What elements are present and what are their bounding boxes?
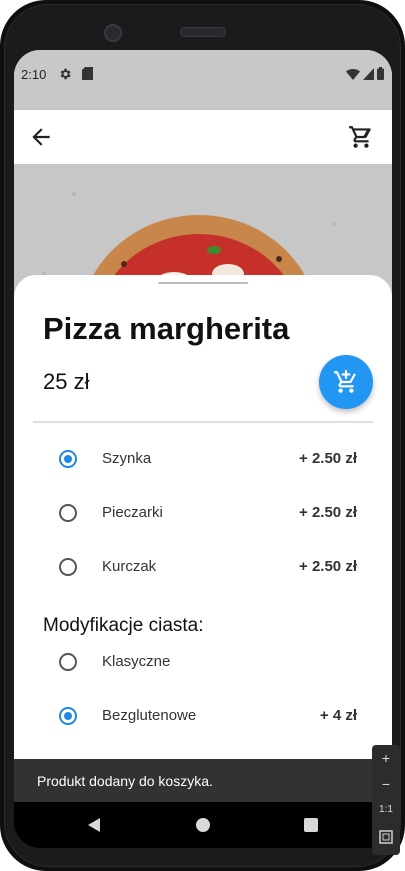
snackbar-message: Produkt dodany do koszyka. bbox=[37, 773, 213, 789]
zoom-out-button[interactable]: − bbox=[372, 776, 400, 798]
option-price: + 2.50 zł bbox=[299, 504, 357, 521]
nav-home-icon[interactable] bbox=[196, 818, 210, 832]
option-label: Kurczak bbox=[102, 558, 157, 575]
add-shopping-cart-icon bbox=[334, 370, 356, 393]
status-bar: 2:10 bbox=[14, 50, 392, 110]
nav-back-icon[interactable] bbox=[86, 817, 102, 833]
option-price: + 4 zł bbox=[319, 707, 357, 724]
product-price: 25 zł bbox=[43, 369, 90, 394]
battery-icon bbox=[377, 67, 384, 80]
option-price: + 2.50 zł bbox=[299, 558, 357, 575]
system-nav-bar bbox=[14, 802, 392, 848]
option-label: Szynka bbox=[102, 450, 152, 467]
option-szynka[interactable]: Szynka + 2.50 zł bbox=[14, 432, 392, 486]
nav-recents-icon[interactable] bbox=[304, 818, 318, 832]
snackbar: Produkt dodany do koszyka. bbox=[14, 759, 392, 802]
screen: 2:10 Pizza margherita 25 zł Szynka + 2.5… bbox=[14, 50, 392, 802]
product-title: Pizza margherita bbox=[43, 311, 290, 346]
option-kurczak[interactable]: Kurczak + 2.50 zł bbox=[14, 540, 392, 594]
sd-card-icon bbox=[82, 67, 93, 80]
sheet-drag-handle[interactable] bbox=[158, 282, 248, 284]
option-label: Klasyczne bbox=[102, 653, 171, 670]
front-camera bbox=[104, 24, 122, 42]
radio-button[interactable] bbox=[59, 504, 77, 522]
zoom-actual-size-button[interactable]: 1:1 bbox=[372, 804, 400, 826]
divider bbox=[33, 421, 373, 423]
status-indicators bbox=[346, 67, 384, 80]
section-title-dough: Modyfikacje ciasta: bbox=[43, 615, 204, 636]
product-sheet: Pizza margherita 25 zł Szynka + 2.50 zł … bbox=[14, 275, 392, 802]
option-label: Pieczarki bbox=[102, 504, 163, 521]
option-pieczarki[interactable]: Pieczarki + 2.50 zł bbox=[14, 486, 392, 540]
shopping-cart-icon[interactable] bbox=[348, 124, 374, 150]
status-time: 2:10 bbox=[21, 67, 47, 82]
option-klasyczne[interactable]: Klasyczne bbox=[14, 635, 392, 689]
earpiece-speaker bbox=[180, 27, 226, 37]
radio-button-checked[interactable] bbox=[59, 450, 77, 468]
option-price: + 2.50 zł bbox=[299, 450, 357, 467]
radio-button[interactable] bbox=[59, 653, 77, 671]
radio-button-checked[interactable] bbox=[59, 707, 77, 725]
fit-screen-icon[interactable] bbox=[379, 830, 393, 844]
add-to-cart-button[interactable] bbox=[319, 355, 373, 409]
option-label: Bezglutenowe bbox=[102, 707, 197, 724]
arrow-left-icon[interactable] bbox=[28, 124, 54, 150]
wifi-icon bbox=[346, 68, 360, 80]
app-bar bbox=[14, 110, 392, 164]
signal-icon bbox=[363, 67, 374, 80]
phone-frame: 2:10 Pizza margherita 25 zł Szynka + 2.5… bbox=[0, 0, 405, 871]
zoom-in-button[interactable]: + bbox=[372, 750, 400, 772]
option-bezglutenowe[interactable]: Bezglutenowe + 4 zł bbox=[14, 689, 392, 743]
settings-gear-icon bbox=[60, 68, 71, 80]
zoom-controls: + − 1:1 bbox=[372, 745, 400, 855]
radio-button[interactable] bbox=[59, 558, 77, 576]
